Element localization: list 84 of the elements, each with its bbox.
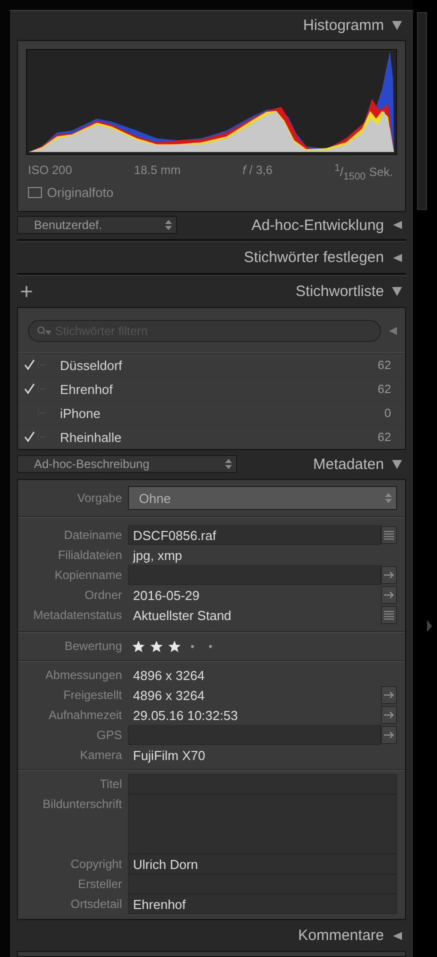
preset-select[interactable]: Benutzerdef. xyxy=(17,216,177,234)
metadata-value: 2016-05-29 xyxy=(133,588,200,603)
metadata-label: Dateiname xyxy=(62,527,122,544)
keyword-name: iPhone xyxy=(60,406,102,421)
panel-title[interactable]: Ad-hoc-Entwicklung xyxy=(251,216,384,234)
metadata-value: 4896 x 3264 xyxy=(133,688,205,703)
keyword-row[interactable]: Rheinhalle 62 xyxy=(18,424,405,449)
keyword-name: Ehrenhof xyxy=(60,382,114,397)
metadata-label: Vorgabe xyxy=(76,490,122,508)
list-icon[interactable] xyxy=(381,606,397,624)
text-field[interactable]: DSCF0856.raf xyxy=(128,525,381,546)
metadata-label: Metadatenstatus xyxy=(32,607,122,624)
metadata-label: Titel xyxy=(98,776,122,794)
arrow-right-icon[interactable] xyxy=(381,706,397,724)
panel-title[interactable]: Stichwörter festlegen xyxy=(244,249,384,266)
arrow-right-icon[interactable] xyxy=(381,686,397,704)
metadata-label: Copyright xyxy=(70,856,122,874)
metadata-value: 4896 x 3264 xyxy=(133,668,205,683)
keyword-name: Rheinhalle xyxy=(60,430,122,445)
metadata-label: Freigestellt xyxy=(62,687,122,704)
keyword-count: 62 xyxy=(378,430,391,444)
stepper-icon xyxy=(225,459,232,470)
collapse-triangle-icon[interactable] xyxy=(392,20,402,30)
text-field[interactable]: Ulrich Dorn xyxy=(128,854,397,874)
keyword-name: Düsseldorf xyxy=(60,358,124,373)
text-field[interactable] xyxy=(128,725,381,746)
keyword-count: 0 xyxy=(384,406,391,420)
arrow-right-icon[interactable] xyxy=(381,566,397,584)
expand-triangle-icon[interactable] xyxy=(392,930,402,941)
preset-select[interactable]: Ad-hoc-Beschreibung xyxy=(17,455,237,474)
exif-value: ISO 200 xyxy=(28,162,72,179)
keyword-count: 62 xyxy=(378,382,391,396)
preset-select[interactable]: Ohne xyxy=(128,486,397,510)
exif-value: 18.5 mm xyxy=(134,162,181,179)
panel-title[interactable]: Stichwortliste xyxy=(296,282,384,300)
scrollbar[interactable] xyxy=(417,12,427,210)
metadata-label: Kopienname xyxy=(54,567,122,584)
metadata-label: Aufnahmezeit xyxy=(48,707,122,724)
checkmark-icon xyxy=(24,358,35,370)
metadata-label: Bildunterschrift xyxy=(42,796,122,814)
exif-value: f / 3,6 xyxy=(242,162,273,179)
star-icon xyxy=(150,640,163,653)
star-icon xyxy=(132,640,145,653)
filter-menu-icon[interactable] xyxy=(389,326,397,335)
panel-title[interactable]: Kommentare xyxy=(298,927,384,944)
search-icon xyxy=(37,326,51,336)
stepper-icon xyxy=(385,493,392,504)
checkbox-label: Originalfoto xyxy=(47,185,114,200)
dot-icon xyxy=(209,644,212,648)
text-field[interactable] xyxy=(128,565,381,586)
metadata-label: Kamera xyxy=(78,747,122,764)
metadata-value: 29.05.16 10:32:53 xyxy=(133,708,238,723)
panel-title[interactable]: Metadaten xyxy=(313,456,384,473)
checkbox[interactable] xyxy=(28,187,42,198)
metadata-value: Aktuellster Stand xyxy=(133,608,232,623)
metadata-value: jpg, xmp xyxy=(133,548,182,563)
metadata-label: Abmessungen xyxy=(44,667,122,684)
exif-value: $^{1}$/$_{1500}$ Sek. xyxy=(334,162,393,179)
dot-icon xyxy=(191,644,194,648)
collapse-triangle-icon[interactable] xyxy=(392,286,402,296)
keyword-row[interactable]: Ehrenhof 62 xyxy=(18,376,405,401)
checkmark-icon xyxy=(24,382,35,394)
list-icon[interactable] xyxy=(381,526,397,544)
arrow-right-icon[interactable] xyxy=(381,726,397,744)
metadata-label: GPS xyxy=(96,727,122,744)
keyword-row[interactable]: iPhone 0 xyxy=(18,400,405,425)
panel-title[interactable]: Histogramm xyxy=(303,16,384,34)
expand-triangle-icon[interactable] xyxy=(392,220,402,230)
expand-triangle-icon[interactable] xyxy=(392,252,402,263)
metadata-label: Ortsdetail xyxy=(70,896,122,914)
keyword-row[interactable]: Düsseldorf 62 xyxy=(18,352,405,377)
collapse-triangle-icon[interactable] xyxy=(392,459,402,470)
metadata-label: Filialdateien xyxy=(56,547,122,564)
plus-icon[interactable] xyxy=(21,286,32,297)
arrow-right-icon[interactable] xyxy=(381,586,397,604)
metadata-label: Bewertung xyxy=(64,638,122,656)
text-field[interactable]: Ehrenhof xyxy=(128,894,397,914)
keyword-count: 62 xyxy=(378,358,391,372)
stepper-icon xyxy=(165,220,172,230)
metadata-label: Ordner xyxy=(84,587,122,604)
metadata-label: Ersteller xyxy=(76,876,122,894)
metadata-value: FujiFilm X70 xyxy=(133,748,206,763)
star-icon xyxy=(168,640,181,653)
checkmark-icon xyxy=(24,430,35,442)
